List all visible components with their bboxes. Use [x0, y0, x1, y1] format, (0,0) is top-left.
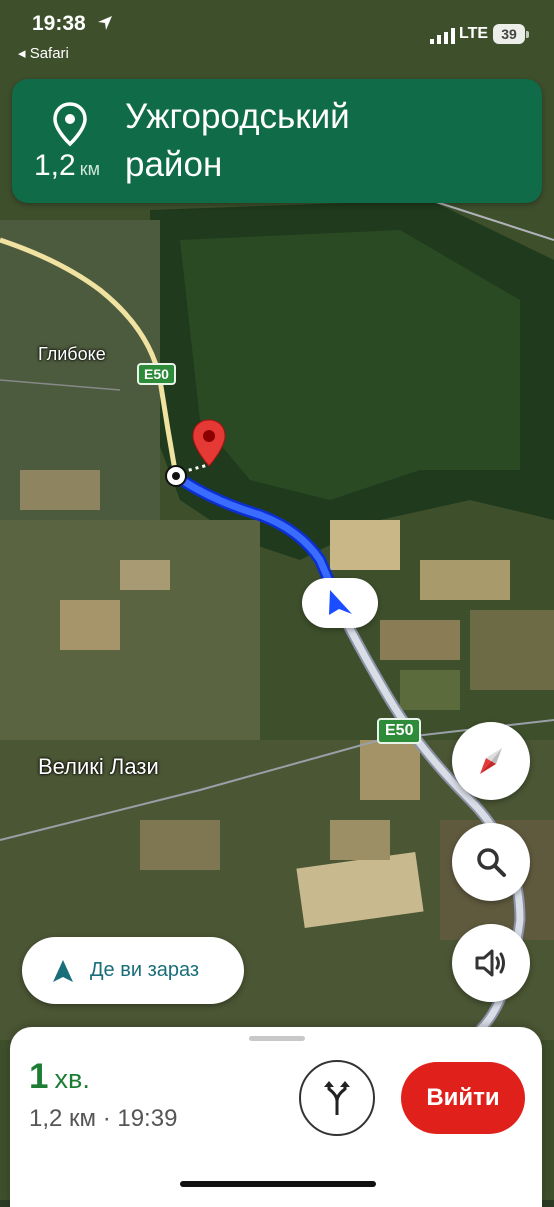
location-services-icon [98, 16, 112, 30]
trip-sheet[interactable]: 1 хв. 1,2 км · 19:39 Вийти [10, 1027, 542, 1207]
status-bar: 19:38 ◂ Safari LTE 39 [0, 0, 554, 70]
navigation-arrow-icon [53, 960, 73, 982]
road-shield: E50 [137, 363, 176, 385]
eta-value: 1 [29, 1057, 49, 1096]
back-to-app-link[interactable]: ◂ Safari [18, 44, 69, 62]
location-pin-icon [53, 102, 87, 147]
eta-unit: хв. [54, 1064, 90, 1094]
distance-unit: км [79, 159, 100, 179]
destination-title-line1: Ужгородський [125, 97, 350, 136]
alternate-routes-button[interactable] [299, 1060, 375, 1136]
direction-banner[interactable]: 1,2 км Ужгородський район [12, 79, 542, 203]
search-icon [477, 848, 506, 877]
destination-title: Ужгородський район [125, 93, 525, 189]
battery-indicator: 39 [493, 24, 529, 44]
back-app-label: Safari [29, 45, 69, 62]
eta: 1 хв. [29, 1057, 90, 1097]
home-indicator[interactable] [180, 1181, 376, 1187]
compass-icon [480, 748, 502, 774]
road-shield: E50 [377, 718, 422, 744]
speaker-icon [475, 949, 505, 977]
sheet-grabber[interactable] [249, 1036, 305, 1041]
banner-distance: 1,2 км [34, 149, 100, 183]
distance-value: 1,2 [34, 149, 76, 182]
map-label-village-north: Глибоке [38, 344, 106, 364]
status-time: 19:38 [32, 12, 86, 35]
cellular-signal-icon [430, 28, 455, 44]
current-location-marker [302, 578, 378, 628]
sound-button[interactable] [452, 924, 530, 1002]
map-label-village-south: Великі Лази [38, 754, 159, 779]
where-am-i-label: Де ви зараз [90, 959, 200, 981]
where-am-i-button[interactable]: Де ви зараз [22, 937, 244, 1004]
compass-button[interactable] [452, 722, 530, 800]
destination-pin-icon [192, 419, 226, 467]
destination-title-line2: район [125, 145, 223, 184]
navigation-arrow-icon [329, 590, 352, 615]
alternate-routes-icon [324, 1081, 350, 1115]
network-type: LTE [459, 25, 489, 42]
exit-button[interactable]: Вийти [401, 1062, 525, 1134]
search-button[interactable] [452, 823, 530, 901]
trip-details: 1,2 км · 19:39 [29, 1105, 178, 1132]
